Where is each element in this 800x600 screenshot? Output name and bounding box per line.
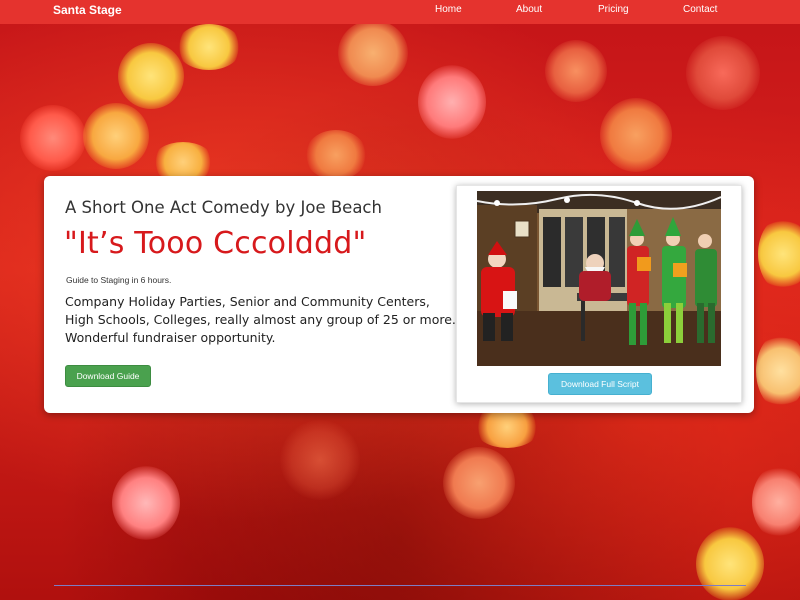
bokeh-light [752, 465, 800, 539]
theater-photo-illustration [477, 191, 721, 366]
nav-pricing[interactable]: Pricing [598, 4, 629, 15]
bokeh-light [305, 130, 367, 180]
photo-panel: Download Full Script [456, 185, 742, 403]
bokeh-light [418, 65, 486, 139]
hero-card: A Short One Act Comedy by Joe Beach "It’… [44, 176, 754, 413]
bokeh-light [176, 24, 242, 70]
bokeh-light [443, 447, 515, 519]
download-script-button[interactable]: Download Full Script [548, 373, 652, 395]
top-navbar: Santa Stage Home About Pricing Contact [0, 0, 800, 24]
bokeh-light [83, 103, 149, 169]
bokeh-light [20, 105, 86, 171]
bokeh-light [600, 98, 672, 172]
brand-link[interactable]: Santa Stage [53, 3, 122, 17]
play-subtitle: A Short One Act Comedy by Joe Beach [65, 198, 382, 217]
bokeh-light [696, 527, 764, 600]
bokeh-light [280, 420, 360, 500]
bokeh-light [338, 20, 408, 86]
bokeh-light [756, 333, 800, 409]
nav-home[interactable]: Home [435, 4, 462, 15]
bokeh-light [686, 36, 760, 110]
play-title: "It’s Tooo Cccolddd" [64, 226, 367, 261]
bokeh-light [545, 40, 607, 102]
nav-about[interactable]: About [516, 4, 542, 15]
nav-contact[interactable]: Contact [683, 4, 717, 15]
bokeh-light [118, 43, 184, 109]
footer-divider [54, 585, 746, 586]
bokeh-light [112, 466, 180, 540]
theater-photo[interactable] [477, 191, 721, 366]
staging-note: Guide to Staging in 6 hours. [66, 275, 172, 285]
audience-description: Company Holiday Parties, Senior and Comm… [65, 294, 456, 345]
bokeh-light [758, 217, 800, 291]
download-guide-button[interactable]: Download Guide [65, 365, 151, 387]
